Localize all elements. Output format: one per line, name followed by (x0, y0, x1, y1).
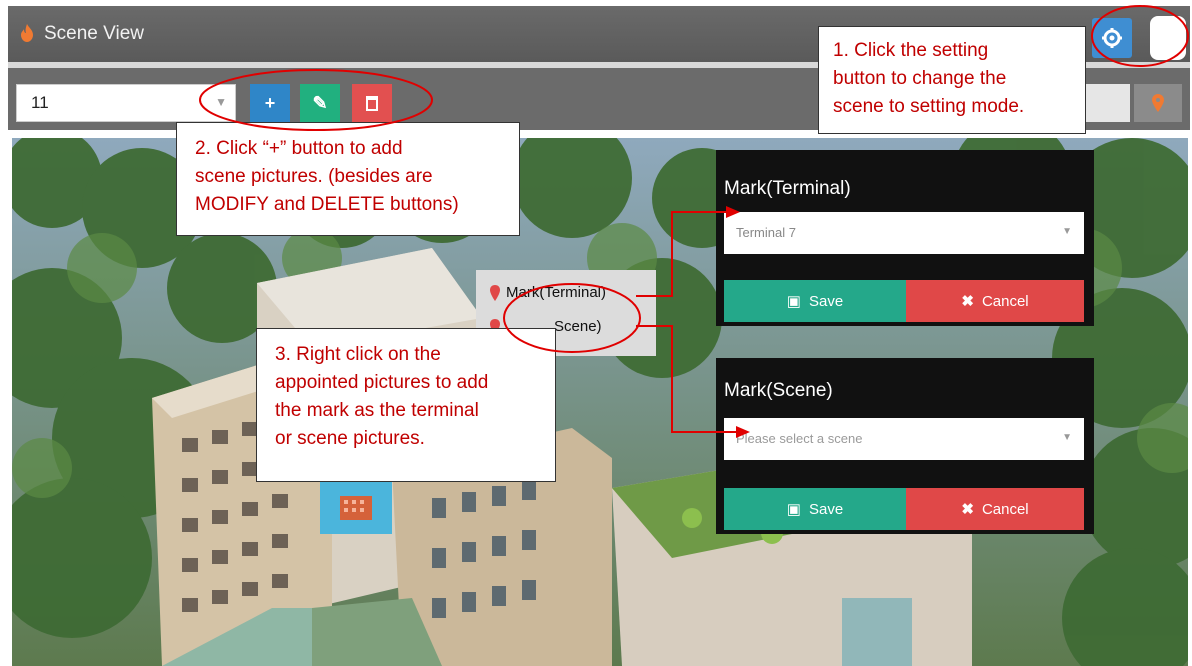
highlight-ellipse-settings (1091, 5, 1189, 67)
arrow-connector-terminal (636, 211, 728, 297)
scene-view-window: Scene View 11 ▼ + ✎ Mark(Terminal) Scene… (0, 0, 1192, 666)
arrow-head-icon (736, 426, 750, 438)
annotation-overlay (199, 5, 1189, 438)
highlight-ellipse-context-menu (503, 283, 641, 353)
arrow-head-icon (726, 206, 740, 218)
arrow-connector-scene (636, 325, 738, 433)
highlight-ellipse-toolbar (199, 69, 433, 131)
